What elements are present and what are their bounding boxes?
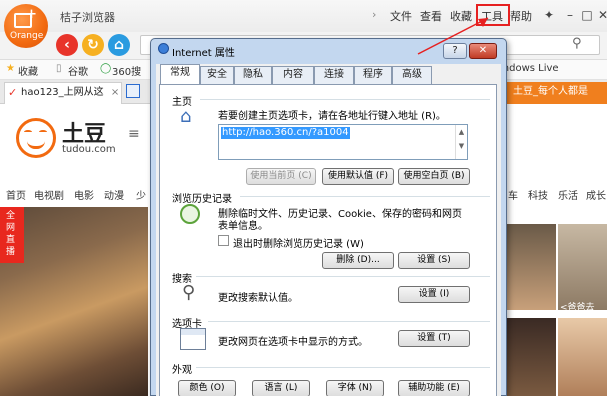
search-description: 更改搜索默认值。: [218, 293, 298, 304]
delete-on-exit-label[interactable]: 退出时删除浏览历史记录 (W): [233, 235, 364, 250]
home-url-value: http://hao.360.cn/?a1004: [221, 127, 350, 139]
thumbnail-1[interactable]: [506, 224, 556, 310]
thumbnail-caption: <爸爸去: [560, 303, 595, 313]
divider: [208, 321, 490, 322]
page-icon: ▯: [56, 63, 62, 74]
delete-on-exit-checkbox[interactable]: [218, 235, 229, 246]
home-description: 若要创建主页选项卡，请在各地址行键入地址 (R)。: [218, 111, 446, 122]
tab-privacy[interactable]: 隐私: [234, 66, 272, 84]
tabs-settings-button[interactable]: 设置 (T): [398, 330, 470, 347]
help-button[interactable]: ?: [443, 43, 467, 59]
nav-kids[interactable]: 少: [136, 187, 146, 202]
refresh-icon[interactable]: ↻: [82, 34, 104, 56]
nav-anime[interactable]: 动漫: [104, 187, 124, 202]
tab-general[interactable]: 常规: [160, 64, 200, 85]
tab-content[interactable]: 内容: [272, 66, 314, 84]
tabs-icon: [180, 328, 206, 350]
ie-icon: [158, 43, 169, 54]
accessibility-button[interactable]: 辅助功能 (E): [398, 380, 470, 396]
bookmark-google[interactable]: 谷歌: [68, 63, 88, 78]
divider: [196, 276, 490, 277]
tab-hao123[interactable]: ✓ hao123_上网从这 ×: [4, 82, 122, 104]
menu-view[interactable]: 查看: [420, 8, 442, 24]
menu-favorites[interactable]: 收藏: [450, 8, 472, 24]
fonts-button[interactable]: 字体 (N): [326, 380, 384, 396]
annotation-highlight-box: [476, 4, 510, 26]
app-title: 桔子浏览器: [60, 11, 115, 24]
star-icon: ★: [6, 63, 15, 74]
tudou-logo-icon[interactable]: [16, 118, 56, 158]
magnifier-icon: ⚲: [182, 282, 196, 303]
minimize-icon[interactable]: –: [561, 6, 579, 24]
history-settings-button[interactable]: 设置 (S): [398, 252, 470, 269]
thumbnail-2[interactable]: [558, 224, 607, 310]
hao123-icon: ✓: [8, 86, 18, 99]
thumbnail-4[interactable]: [558, 318, 607, 396]
house-icon: ⌂: [180, 106, 192, 127]
colors-button[interactable]: 颜色 (O): [178, 380, 236, 396]
use-default-button[interactable]: 使用默认值 (F): [322, 168, 394, 185]
nav-movies[interactable]: 电影: [74, 187, 94, 202]
appearance-section-title: 外观: [172, 361, 195, 376]
languages-button[interactable]: 语言 (L): [252, 380, 310, 396]
bookmark-windows-live[interactable]: indows Live: [500, 63, 559, 74]
divider: [196, 367, 490, 368]
search-settings-button[interactable]: 设置 (I): [398, 286, 470, 303]
tab-tudou[interactable]: 土豆_每个人都是: [505, 82, 607, 104]
tab-close-icon[interactable]: ×: [111, 87, 119, 98]
nav-lohas[interactable]: 乐活: [558, 187, 578, 202]
tab-favicon[interactable]: [126, 84, 140, 98]
nav-cars[interactable]: 车: [508, 187, 518, 202]
divider: [200, 99, 490, 100]
history-section-title: 浏览历史记录: [172, 190, 235, 205]
tab-connections[interactable]: 连接: [314, 66, 354, 84]
tudou-domain: tudou.com: [62, 144, 116, 155]
history-description-2: 表单信息。: [218, 221, 268, 232]
logo-plus-icon: +: [26, 7, 37, 22]
thumbnail-3[interactable]: [506, 318, 556, 396]
tab-hao123-label: hao123_上网从这: [21, 87, 104, 98]
home-icon[interactable]: ⌂: [108, 34, 130, 56]
skin-icon[interactable]: ✦: [540, 6, 558, 24]
nav-growth[interactable]: 成长: [586, 187, 606, 202]
tab-security[interactable]: 安全: [200, 66, 234, 84]
live-badge: 全网直播: [0, 207, 24, 263]
url-scrollbar[interactable]: ▲ ▼: [455, 125, 467, 159]
360-icon: ◯: [100, 63, 112, 74]
orange-logo[interactable]: + Orange: [4, 4, 48, 48]
close-window-icon[interactable]: ✕: [594, 6, 607, 24]
bookmark-favorites[interactable]: 收藏: [18, 63, 38, 78]
dialog-close-button[interactable]: ✕: [469, 43, 497, 59]
tab-programs[interactable]: 程序: [354, 66, 392, 84]
menu-file[interactable]: 文件: [390, 8, 412, 24]
use-blank-button[interactable]: 使用空白页 (B): [398, 168, 470, 185]
menu-help[interactable]: 帮助: [510, 8, 532, 24]
menu-icon[interactable]: ≡: [128, 126, 140, 142]
divider: [240, 196, 490, 197]
logo-text: Orange: [10, 31, 44, 41]
back-icon[interactable]: ‹: [56, 34, 78, 56]
tab-advanced[interactable]: 高级: [392, 66, 432, 84]
tabs-description: 更改网页在选项卡中显示的方式。: [218, 337, 368, 348]
use-current-button[interactable]: 使用当前页 (C): [246, 168, 316, 185]
delete-history-button[interactable]: 删除 (D)...: [322, 252, 394, 269]
history-icon: [180, 204, 200, 224]
search-icon[interactable]: ⚲: [572, 36, 582, 51]
chevron-right-icon[interactable]: ›: [372, 8, 376, 21]
bookmark-360[interactable]: 360搜: [112, 63, 141, 78]
nav-tech[interactable]: 科技: [528, 187, 548, 202]
dialog-title: Internet 属性: [172, 48, 235, 59]
nav-home[interactable]: 首页: [6, 187, 26, 202]
nav-tv[interactable]: 电视剧: [34, 187, 64, 202]
